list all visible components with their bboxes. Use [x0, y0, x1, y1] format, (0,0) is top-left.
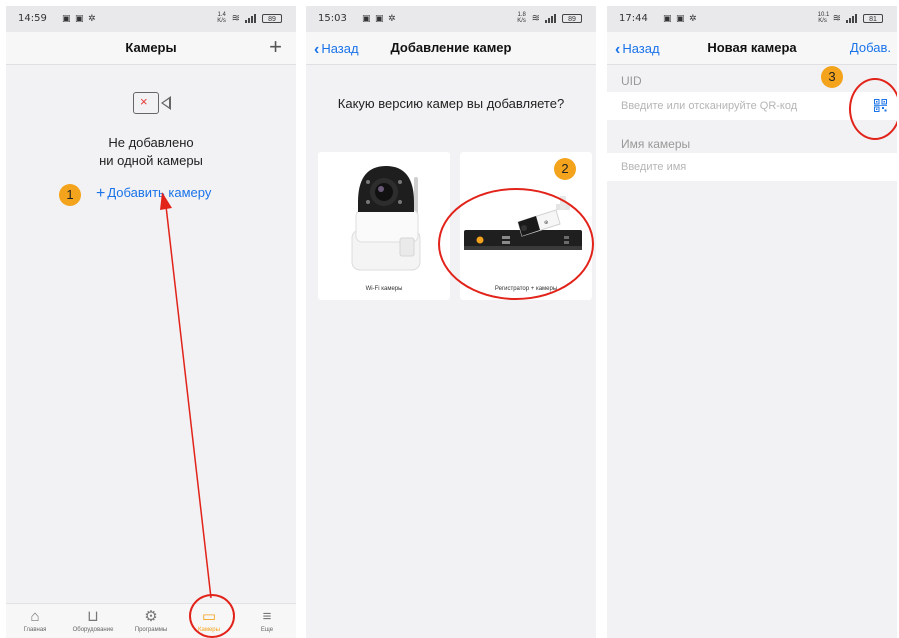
add-button[interactable]: Добав.	[850, 40, 891, 55]
camera-name-input[interactable]: Введите имя	[621, 161, 686, 173]
step-badge-3: 3	[821, 66, 843, 88]
add-cameras-screen: 15:03 ▣ ▣ ✲ 1.8 K/s ≋ 89 ‹ Назад Добавлен…	[306, 6, 596, 638]
wifi-icon: ≋	[531, 12, 540, 24]
battery-icon: 89	[562, 13, 582, 23]
status-time: 17:44	[619, 13, 648, 24]
camera-name-label: Имя камеры	[621, 137, 691, 151]
notification-icons: ▣ ▣ ✲	[362, 13, 397, 23]
wifi-cameras-card[interactable]: Wi-Fi камеры	[318, 152, 450, 300]
annotation-circle	[438, 188, 594, 300]
nav-bar: ‹ Назад Добавление камер	[306, 32, 596, 65]
wifi-camera-image	[351, 166, 421, 271]
status-bar: 15:03 ▣ ▣ ✲ 1.8 K/s ≋ 89	[306, 6, 596, 32]
uid-label: UID	[621, 74, 642, 88]
net-speed: 10.1 K/s	[817, 12, 830, 24]
step-badge-2: 2	[554, 158, 576, 180]
wifi-cameras-label: Wi-Fi камеры	[365, 286, 403, 292]
signal-icon	[846, 13, 858, 23]
notification-icons: ▣ ▣ ✲	[663, 13, 698, 23]
page-title: Добавление камер	[390, 40, 512, 55]
question-text: Какую версию камер вы добавляете?	[337, 96, 565, 111]
status-bar: 17:44 ▣ ▣ ✲ 10.1 K/s ≋ 81	[607, 6, 897, 32]
annotation-circle	[849, 78, 897, 140]
wifi-icon: ≋	[832, 12, 841, 24]
new-camera-screen: 17:44 ▣ ▣ ✲ 10.1 K/s ≋ 81 ‹ Назад Новая к…	[607, 6, 897, 638]
battery-icon: 81	[863, 13, 883, 23]
signal-icon	[545, 13, 557, 23]
camera-name-field[interactable]: Введите имя	[607, 153, 897, 181]
net-speed: 1.8 K/s	[517, 12, 526, 24]
uid-input[interactable]: Введите или отсканируйте QR-код	[621, 100, 797, 112]
nav-bar: ‹ Назад Новая камера Добав.	[607, 32, 897, 65]
status-time: 15:03	[318, 13, 347, 24]
